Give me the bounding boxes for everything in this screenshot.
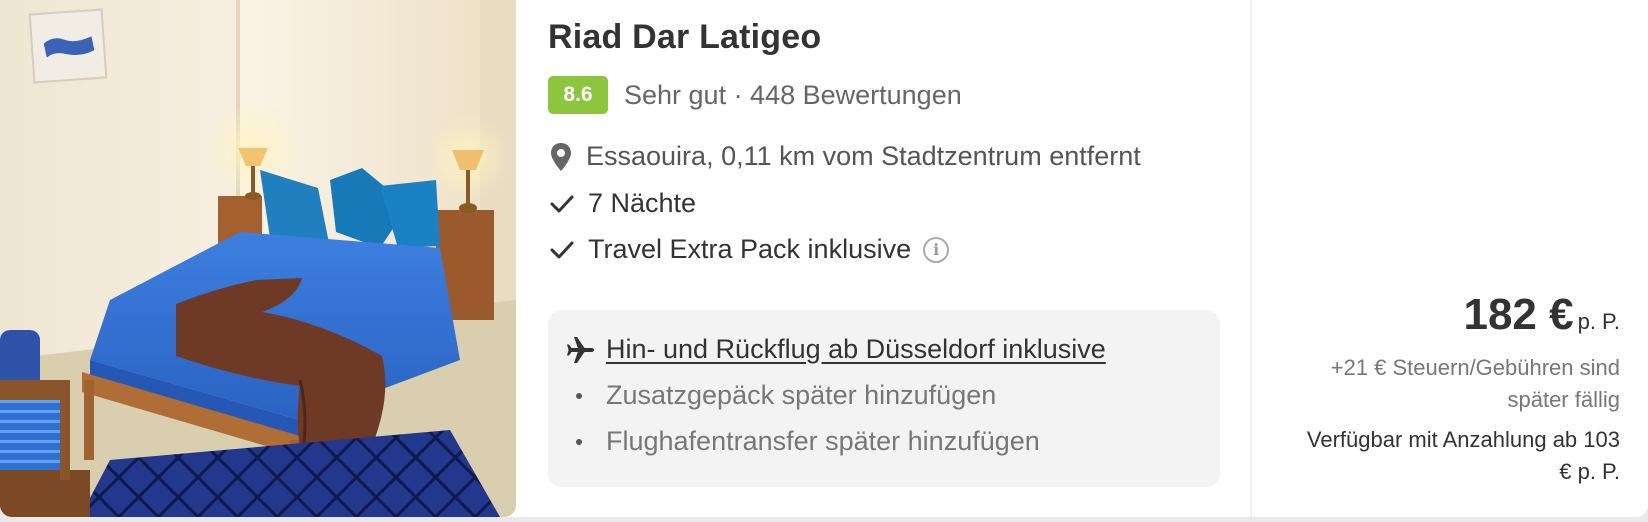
- flight-row[interactable]: Hin- und Rückflug ab Düsseldorf inklusiv…: [566, 334, 1106, 365]
- score-badge: 8.6: [548, 76, 608, 114]
- hotel-info: Riad Dar Latigeo 8.6 Sehr gut · 448 Bewe…: [548, 0, 1220, 517]
- feature-label: 7 Nächte: [588, 188, 697, 218]
- divider: [1250, 0, 1252, 517]
- hotel-name[interactable]: Riad Dar Latigeo: [548, 18, 821, 57]
- price-unit: p. P.: [1577, 309, 1620, 334]
- addon-text: Flughafentransfer später hinzufügen: [606, 426, 1040, 456]
- bullet: [576, 438, 582, 445]
- feature-label: Travel Extra Pack inklusive: [588, 234, 912, 264]
- check-icon: [550, 241, 574, 258]
- bullet: [576, 392, 582, 399]
- rating-text[interactable]: Sehr gut · 448 Bewertungen: [624, 80, 962, 111]
- location-pin-icon: [551, 142, 571, 171]
- addon-item: Zusatzgepäck später hinzufügen: [576, 380, 996, 411]
- rating-row: 8.6 Sehr gut · 448 Bewertungen: [548, 76, 962, 114]
- flight-box: Hin- und Rückflug ab Düsseldorf inklusiv…: [548, 310, 1220, 487]
- feature-nights: 7 Nächte: [550, 188, 696, 219]
- addon-item: Flughafentransfer später hinzufügen: [576, 426, 1040, 457]
- location-row: Essaouira, 0,11 km vom Stadtzentrum entf…: [550, 141, 1141, 172]
- hotel-result-card[interactable]: Riad Dar Latigeo 8.6 Sehr gut · 448 Bewe…: [0, 0, 1648, 517]
- check-icon: [550, 195, 574, 212]
- plane-icon: [567, 336, 594, 363]
- location-text: Essaouira, 0,11 km vom Stadtzentrum entf…: [586, 141, 1141, 171]
- taxes-note: +21 € Steuern/Gebühren sind später fälli…: [1330, 355, 1620, 412]
- hotel-room-image: [0, 0, 516, 517]
- feature-travel-extra-pack: Travel Extra Pack inklusive i: [550, 234, 950, 265]
- price-line: 182 € p. P.: [1463, 290, 1620, 340]
- price-value: 182 €: [1463, 290, 1574, 339]
- flight-link[interactable]: Hin- und Rückflug ab Düsseldorf inklusiv…: [606, 334, 1106, 365]
- price-column: 182 € p. P. +21 € Steuern/Gebühren sind s…: [1260, 0, 1620, 517]
- info-icon[interactable]: i: [923, 236, 950, 263]
- hotel-photo[interactable]: [0, 0, 516, 517]
- addon-text: Zusatzgepäck später hinzufügen: [606, 380, 997, 410]
- deposit-note: Verfügbar mit Anzahlung ab 103 € p. P.: [1306, 427, 1620, 484]
